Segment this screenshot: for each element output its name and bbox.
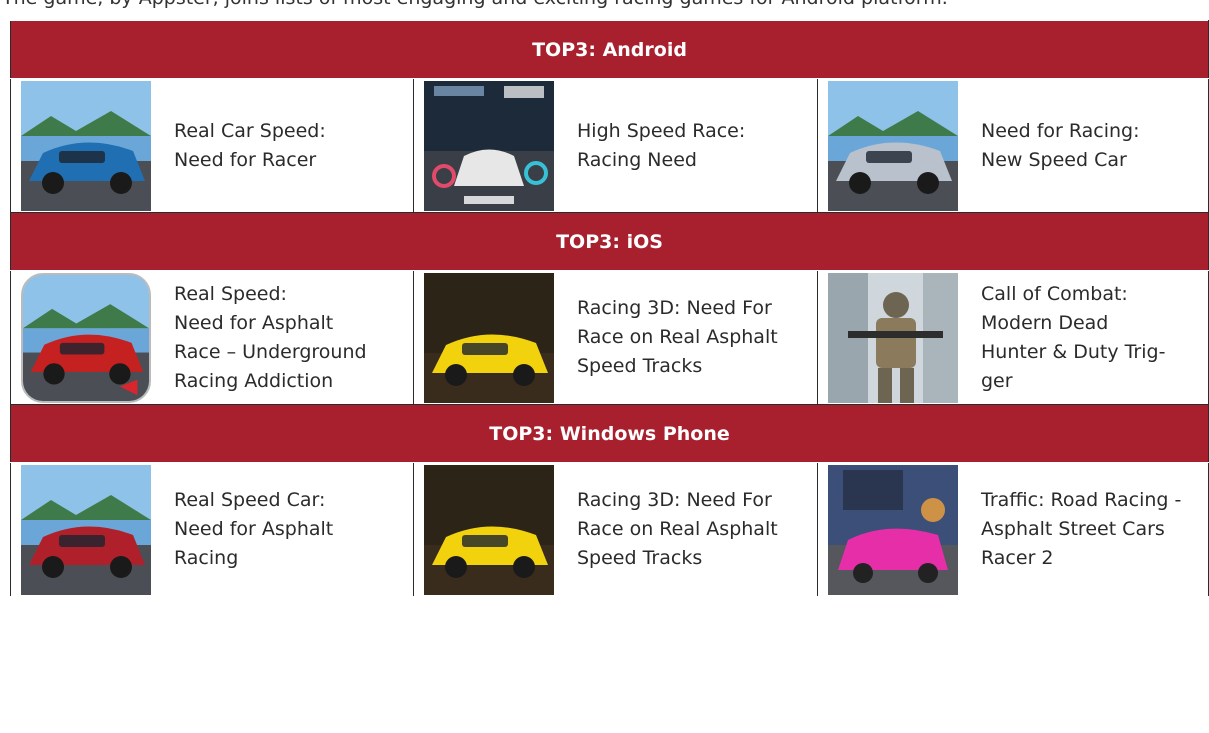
- section-header-row: TOP3: iOS: [9, 212, 1209, 271]
- silver-sports-car-icon: [828, 80, 958, 211]
- red-muscle-car-icon: [21, 464, 151, 595]
- section-title: TOP3: iOS: [9, 212, 1209, 271]
- games-row: Real Car Speed: Need for Racer High Speed…: [10, 78, 1209, 213]
- game-name: Racing 3D: Need For Race on Real Asphalt S…: [577, 297, 778, 377]
- game-cell: Real Speed Car: Need for Asphalt Racing: [10, 462, 414, 596]
- game-name: Call of Combat: Modern Dead Hunter & Duty …: [981, 282, 1166, 392]
- soldier-icon: [828, 272, 958, 403]
- games-row: Real Speed Car: Need for Asphalt Racing Ra…: [10, 462, 1209, 596]
- game-name: Need for Racing: New Speed Car: [981, 119, 1140, 171]
- top-games-table: TOP3: Android Real Car Speed: Need for Ra…: [9, 20, 1209, 596]
- game-cell: Racing 3D: Need For Race on Real Asphalt S…: [413, 462, 818, 596]
- game-name: Real Speed Car: Need for Asphalt Racing: [174, 489, 334, 569]
- game-name: Real Speed: Need for Asphalt Race – Underg…: [174, 282, 367, 392]
- pink-car-icon: [828, 464, 958, 595]
- game-cell: Real Speed: Need for Asphalt Race – Underg…: [10, 270, 414, 405]
- game-cell: Racing 3D: Need For Race on Real Asphalt S…: [413, 270, 818, 405]
- game-cell: Real Car Speed: Need for Racer: [10, 78, 414, 213]
- game-cell: Call of Combat: Modern Dead Hunter & Duty …: [816, 270, 1209, 405]
- section-title: TOP3: Android: [9, 20, 1209, 79]
- game-cell: High Speed Race: Racing Need: [413, 78, 818, 213]
- section-header-row: TOP3: Android: [9, 20, 1209, 79]
- game-cell: Traffic: Road Racing - Asphalt Street Car…: [816, 462, 1209, 596]
- red-sports-car-icon: [21, 272, 151, 403]
- yellow-supercar-icon: [424, 272, 554, 403]
- game-name: High Speed Race: Racing Need: [577, 119, 746, 171]
- article-text-cut-off: The game, by Appster, joins lists of mos…: [0, 0, 1209, 11]
- game-name: Racing 3D: Need For Race on Real Asphalt S…: [577, 489, 778, 569]
- section-title: TOP3: Windows Phone: [9, 404, 1209, 463]
- section-header-row: TOP3: Windows Phone: [9, 404, 1209, 463]
- yellow-supercar-icon: [424, 464, 554, 595]
- game-name: Real Car Speed: Need for Racer: [174, 119, 326, 171]
- games-row: Real Speed: Need for Asphalt Race – Underg…: [10, 270, 1209, 405]
- game-name: Traffic: Road Racing - Asphalt Street Car…: [981, 489, 1182, 569]
- white-race-car-hud-icon: [424, 80, 554, 211]
- blue-sports-car-icon: [21, 80, 151, 211]
- game-cell: Need for Racing: New Speed Car: [816, 78, 1209, 213]
